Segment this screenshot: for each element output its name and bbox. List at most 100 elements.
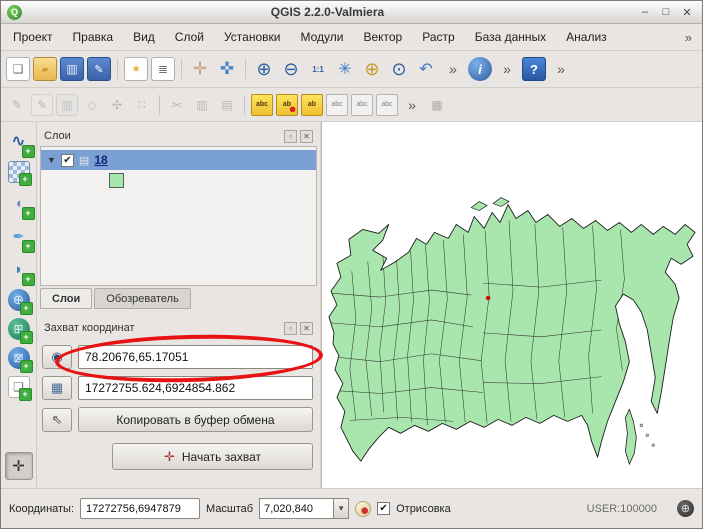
composer-manager-icon[interactable]: ≣: [151, 57, 175, 81]
toolbar-overflow-icon[interactable]: »: [549, 57, 573, 81]
menu-analysis[interactable]: Анализ: [564, 28, 609, 46]
add-wcs-layer-icon[interactable]: ⊞: [8, 318, 30, 340]
help-icon[interactable]: ?: [522, 57, 546, 81]
close-button[interactable]: ✕: [678, 4, 696, 20]
toolbar-overflow-icon[interactable]: »: [441, 57, 465, 81]
zoom-native-icon[interactable]: 1:1: [306, 57, 330, 81]
zoom-out-icon[interactable]: ⊖: [279, 57, 303, 81]
label-abc-icon[interactable]: ab: [301, 94, 323, 116]
zoom-full-icon[interactable]: ✳: [333, 57, 357, 81]
dock-float-icon[interactable]: ▫: [284, 130, 297, 143]
geographic-coordinate-field[interactable]: 78.20676,65.17051: [78, 345, 313, 369]
title-bar: Q QGIS 2.2.0-Valmiera – □ ✕: [1, 1, 702, 24]
labeling-icon[interactable]: abc: [251, 94, 273, 116]
label-pin-icon[interactable]: ab: [276, 94, 298, 116]
toolbar-separator: [117, 59, 118, 79]
copy-to-clipboard-button[interactable]: Копировать в буфер обмена: [78, 407, 313, 432]
label-toolbar: ✎ ✎ ▥ ◇ ✣ ∷ ✂ ▥ ▤ abc ab ab abc abc abc …: [1, 88, 702, 122]
menu-view[interactable]: Вид: [131, 28, 157, 46]
zoom-in-icon[interactable]: ⊕: [252, 57, 276, 81]
scale-label: Масштаб: [206, 503, 253, 515]
toggle-editing-icon[interactable]: ✎: [31, 94, 53, 116]
label-outline-icon[interactable]: abc: [351, 94, 373, 116]
dock-close-icon[interactable]: ✕: [300, 322, 313, 335]
status-bar: Координаты: 17272756,6947879 Масштаб 7,0…: [1, 488, 702, 528]
layer-visibility-checkbox[interactable]: ✔: [61, 154, 74, 167]
current-edits-icon[interactable]: ✎: [6, 94, 28, 116]
add-spatialite-layer-icon[interactable]: ✒: [6, 223, 32, 249]
pan-map-icon[interactable]: ✛: [188, 57, 212, 81]
coordinates-field[interactable]: 17272756,6947879: [80, 498, 200, 519]
identify-features-icon[interactable]: i: [468, 57, 492, 81]
add-feature-icon[interactable]: ◇: [81, 94, 103, 116]
dock-close-icon[interactable]: ✕: [300, 130, 313, 143]
maximize-button[interactable]: □: [657, 4, 675, 20]
add-mssql-layer-icon[interactable]: ◗: [6, 256, 32, 282]
qgis-window: Q QGIS 2.2.0-Valmiera – □ ✕ Проект Правк…: [0, 0, 703, 529]
add-vector-layer-icon[interactable]: ∿: [6, 128, 32, 154]
menu-database[interactable]: База данных: [473, 28, 548, 46]
menu-edit[interactable]: Правка: [71, 28, 116, 46]
menu-settings[interactable]: Установки: [222, 28, 282, 46]
layer-name[interactable]: 18: [94, 153, 107, 167]
projected-coordinate-field[interactable]: 17272755.624,6924854.862: [78, 376, 313, 400]
new-project-icon[interactable]: ❏: [6, 57, 30, 81]
coordinates-label: Координаты:: [9, 503, 74, 515]
arctic-island: [493, 198, 509, 207]
chevron-down-icon[interactable]: ▾: [333, 498, 349, 519]
add-postgis-layer-icon[interactable]: ◖: [6, 190, 32, 216]
menu-overflow-icon[interactable]: »: [685, 30, 692, 45]
map-svg: [322, 122, 702, 488]
save-edits-icon[interactable]: ▥: [56, 94, 78, 116]
map-canvas[interactable]: [322, 122, 702, 488]
expander-icon[interactable]: ▼: [47, 155, 56, 165]
toolbar-overflow-icon[interactable]: »: [495, 57, 519, 81]
new-composer-icon[interactable]: ✶: [124, 57, 148, 81]
geographic-crs-button[interactable]: ◉: [42, 345, 72, 369]
map-tips-icon[interactable]: ▦: [426, 94, 448, 116]
render-status-icon[interactable]: [355, 501, 371, 517]
dock-float-icon[interactable]: ▫: [284, 322, 297, 335]
paste-features-icon[interactable]: ▤: [216, 94, 238, 116]
tab-layers[interactable]: Слои: [40, 288, 92, 309]
zoom-last-icon[interactable]: ↶: [414, 57, 438, 81]
save-project-icon[interactable]: ▥: [60, 57, 84, 81]
label-outline-icon[interactable]: abc: [326, 94, 348, 116]
render-checkbox[interactable]: ✔: [377, 502, 390, 515]
scale-value[interactable]: 7,020,840: [259, 498, 333, 519]
pan-to-selection-icon[interactable]: ✜: [215, 57, 239, 81]
start-capture-button[interactable]: ✛ Начать захват: [112, 443, 313, 470]
menu-layer[interactable]: Слой: [173, 28, 206, 46]
capture-panel-title: Захват координат: [44, 322, 135, 334]
add-wfs-layer-icon[interactable]: ⊠: [8, 347, 30, 369]
kuril-island: [646, 434, 649, 437]
zoom-to-selection-icon[interactable]: ⊕: [360, 57, 384, 81]
track-mouse-button[interactable]: ⇖: [42, 408, 72, 432]
new-shapefile-layer-icon[interactable]: ❏: [8, 376, 30, 398]
scale-combo[interactable]: 7,020,840 ▾: [259, 498, 349, 519]
menu-raster[interactable]: Растр: [420, 28, 456, 46]
projected-crs-button[interactable]: ▦: [42, 376, 72, 400]
label-outline-icon[interactable]: abc: [376, 94, 398, 116]
menu-plugins[interactable]: Модули: [298, 28, 345, 46]
kuril-island: [640, 424, 643, 427]
coordinate-capture-tool-button[interactable]: ✛: [5, 452, 33, 480]
menu-vector[interactable]: Вектор: [361, 28, 404, 46]
add-raster-layer-icon[interactable]: [8, 161, 30, 183]
toolbar-separator: [181, 59, 182, 79]
crs-status-icon[interactable]: ⊕: [677, 500, 694, 517]
save-project-as-icon[interactable]: ✎: [87, 57, 111, 81]
layers-panel-titlebar: Слои ▫ ✕: [40, 126, 317, 146]
minimize-button[interactable]: –: [636, 4, 654, 20]
add-wms-layer-icon[interactable]: ⊕: [8, 289, 30, 311]
layer-row[interactable]: ▼ ✔ ▤ 18: [41, 150, 316, 170]
cut-features-icon[interactable]: ✂: [166, 94, 188, 116]
menu-project[interactable]: Проект: [11, 28, 55, 46]
node-tool-icon[interactable]: ∷: [131, 94, 153, 116]
copy-features-icon[interactable]: ▥: [191, 94, 213, 116]
toolbar-overflow-icon[interactable]: »: [401, 94, 423, 116]
open-project-icon[interactable]: ▰: [33, 57, 57, 81]
tab-browser[interactable]: Обозреватель: [94, 288, 191, 309]
zoom-to-layer-icon[interactable]: ⊙: [387, 57, 411, 81]
move-feature-icon[interactable]: ✣: [106, 94, 128, 116]
